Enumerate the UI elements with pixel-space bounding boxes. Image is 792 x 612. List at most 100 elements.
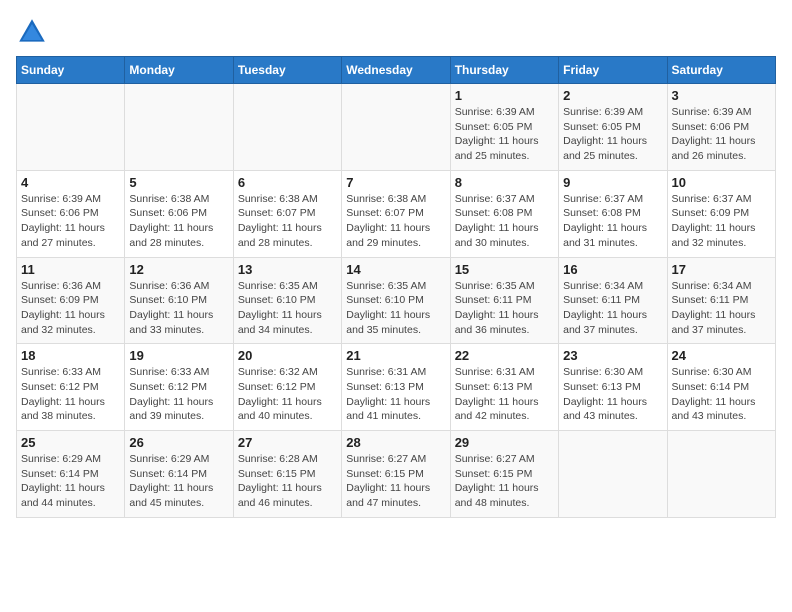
day-number: 6 [238,175,337,190]
day-info: Sunrise: 6:38 AM Sunset: 6:06 PM Dayligh… [129,192,228,251]
calendar-cell: 10 Sunrise: 6:37 AM Sunset: 6:09 PM Dayli… [667,170,775,257]
calendar-week-4: 25 Sunrise: 6:29 AM Sunset: 6:14 PM Dayli… [17,431,776,518]
day-info: Sunrise: 6:28 AM Sunset: 6:15 PM Dayligh… [238,452,337,511]
calendar-cell: 14 Sunrise: 6:35 AM Sunset: 6:10 PM Dayli… [342,257,450,344]
calendar-cell: 29 Sunrise: 6:27 AM Sunset: 6:15 PM Dayli… [450,431,558,518]
day-number: 22 [455,348,554,363]
calendar-cell [125,84,233,171]
day-number: 5 [129,175,228,190]
day-info: Sunrise: 6:39 AM Sunset: 6:05 PM Dayligh… [563,105,662,164]
calendar-cell: 24 Sunrise: 6:30 AM Sunset: 6:14 PM Dayli… [667,344,775,431]
day-info: Sunrise: 6:38 AM Sunset: 6:07 PM Dayligh… [238,192,337,251]
calendar-cell [667,431,775,518]
calendar-cell: 22Sunrise: 6:31 AM Sunset: 6:13 PM Dayli… [450,344,558,431]
calendar-cell: 27 Sunrise: 6:28 AM Sunset: 6:15 PM Dayli… [233,431,341,518]
calendar-cell: 2 Sunrise: 6:39 AM Sunset: 6:05 PM Daylig… [559,84,667,171]
day-number: 7 [346,175,445,190]
calendar-cell: 4 Sunrise: 6:39 AM Sunset: 6:06 PM Daylig… [17,170,125,257]
calendar-cell: 25Sunrise: 6:29 AM Sunset: 6:14 PM Dayli… [17,431,125,518]
logo [16,16,52,48]
day-number: 19 [129,348,228,363]
calendar-cell: 9 Sunrise: 6:37 AM Sunset: 6:08 PM Daylig… [559,170,667,257]
day-number: 20 [238,348,337,363]
calendar-cell: 15Sunrise: 6:35 AM Sunset: 6:11 PM Dayli… [450,257,558,344]
day-info: Sunrise: 6:37 AM Sunset: 6:08 PM Dayligh… [455,192,554,251]
day-number: 9 [563,175,662,190]
calendar-cell: 11 Sunrise: 6:36 AM Sunset: 6:09 PM Dayli… [17,257,125,344]
day-info: Sunrise: 6:35 AM Sunset: 6:11 PM Dayligh… [455,279,554,338]
calendar-body: 1 Sunrise: 6:39 AM Sunset: 6:05 PM Daylig… [17,84,776,518]
calendar-cell: 20 Sunrise: 6:32 AM Sunset: 6:12 PM Dayli… [233,344,341,431]
day-info: Sunrise: 6:36 AM Sunset: 6:10 PM Dayligh… [129,279,228,338]
day-header-sunday: Sunday [17,57,125,84]
day-info: Sunrise: 6:29 AM Sunset: 6:14 PM Dayligh… [129,452,228,511]
day-info: Sunrise: 6:36 AM Sunset: 6:09 PM Dayligh… [21,279,120,338]
calendar-cell: 13 Sunrise: 6:35 AM Sunset: 6:10 PM Dayli… [233,257,341,344]
calendar-cell [559,431,667,518]
day-number: 27 [238,435,337,450]
day-number: 8 [455,175,554,190]
calendar-header: SundayMondayTuesdayWednesdayThursdayFrid… [17,57,776,84]
logo-icon [16,16,48,48]
calendar-cell: 17Sunrise: 6:34 AM Sunset: 6:11 PM Dayli… [667,257,775,344]
calendar-cell: 19 Sunrise: 6:33 AM Sunset: 6:12 PM Dayli… [125,344,233,431]
day-header-tuesday: Tuesday [233,57,341,84]
day-number: 14 [346,262,445,277]
day-header-friday: Friday [559,57,667,84]
day-number: 4 [21,175,120,190]
day-info: Sunrise: 6:31 AM Sunset: 6:13 PM Dayligh… [346,365,445,424]
day-info: Sunrise: 6:32 AM Sunset: 6:12 PM Dayligh… [238,365,337,424]
day-number: 23 [563,348,662,363]
day-number: 1 [455,88,554,103]
day-info: Sunrise: 6:39 AM Sunset: 6:06 PM Dayligh… [21,192,120,251]
day-number: 18 [21,348,120,363]
calendar-week-3: 18 Sunrise: 6:33 AM Sunset: 6:12 PM Dayli… [17,344,776,431]
day-number: 28 [346,435,445,450]
calendar-cell: 18 Sunrise: 6:33 AM Sunset: 6:12 PM Dayli… [17,344,125,431]
day-number: 11 [21,262,120,277]
day-info: Sunrise: 6:38 AM Sunset: 6:07 PM Dayligh… [346,192,445,251]
calendar-cell: 23Sunrise: 6:30 AM Sunset: 6:13 PM Dayli… [559,344,667,431]
calendar-cell [342,84,450,171]
day-info: Sunrise: 6:34 AM Sunset: 6:11 PM Dayligh… [672,279,771,338]
day-number: 3 [672,88,771,103]
calendar-cell: 28 Sunrise: 6:27 AM Sunset: 6:15 PM Dayli… [342,431,450,518]
calendar-cell: 7 Sunrise: 6:38 AM Sunset: 6:07 PM Daylig… [342,170,450,257]
day-number: 29 [455,435,554,450]
calendar-cell: 3Sunrise: 6:39 AM Sunset: 6:06 PM Daylig… [667,84,775,171]
calendar-cell: 21 Sunrise: 6:31 AM Sunset: 6:13 PM Dayli… [342,344,450,431]
day-number: 24 [672,348,771,363]
day-header-thursday: Thursday [450,57,558,84]
calendar-cell: 5 Sunrise: 6:38 AM Sunset: 6:06 PM Daylig… [125,170,233,257]
calendar-cell: 6 Sunrise: 6:38 AM Sunset: 6:07 PM Daylig… [233,170,341,257]
day-info: Sunrise: 6:37 AM Sunset: 6:09 PM Dayligh… [672,192,771,251]
day-info: Sunrise: 6:35 AM Sunset: 6:10 PM Dayligh… [238,279,337,338]
day-info: Sunrise: 6:33 AM Sunset: 6:12 PM Dayligh… [21,365,120,424]
calendar-cell [17,84,125,171]
day-info: Sunrise: 6:27 AM Sunset: 6:15 PM Dayligh… [346,452,445,511]
calendar-cell: 26 Sunrise: 6:29 AM Sunset: 6:14 PM Dayli… [125,431,233,518]
day-info: Sunrise: 6:37 AM Sunset: 6:08 PM Dayligh… [563,192,662,251]
day-info: Sunrise: 6:33 AM Sunset: 6:12 PM Dayligh… [129,365,228,424]
day-number: 16 [563,262,662,277]
calendar-cell: 16Sunrise: 6:34 AM Sunset: 6:11 PM Dayli… [559,257,667,344]
calendar-cell: 8 Sunrise: 6:37 AM Sunset: 6:08 PM Daylig… [450,170,558,257]
day-number: 25 [21,435,120,450]
day-number: 26 [129,435,228,450]
calendar-cell: 12Sunrise: 6:36 AM Sunset: 6:10 PM Dayli… [125,257,233,344]
page-header [16,16,776,48]
day-header-wednesday: Wednesday [342,57,450,84]
day-number: 21 [346,348,445,363]
day-info: Sunrise: 6:27 AM Sunset: 6:15 PM Dayligh… [455,452,554,511]
day-header-monday: Monday [125,57,233,84]
day-number: 13 [238,262,337,277]
day-info: Sunrise: 6:39 AM Sunset: 6:05 PM Dayligh… [455,105,554,164]
day-info: Sunrise: 6:35 AM Sunset: 6:10 PM Dayligh… [346,279,445,338]
day-number: 10 [672,175,771,190]
calendar-week-2: 11 Sunrise: 6:36 AM Sunset: 6:09 PM Dayli… [17,257,776,344]
calendar-table: SundayMondayTuesdayWednesdayThursdayFrid… [16,56,776,518]
calendar-week-0: 1 Sunrise: 6:39 AM Sunset: 6:05 PM Daylig… [17,84,776,171]
day-header-saturday: Saturday [667,57,775,84]
day-info: Sunrise: 6:30 AM Sunset: 6:14 PM Dayligh… [672,365,771,424]
day-number: 2 [563,88,662,103]
